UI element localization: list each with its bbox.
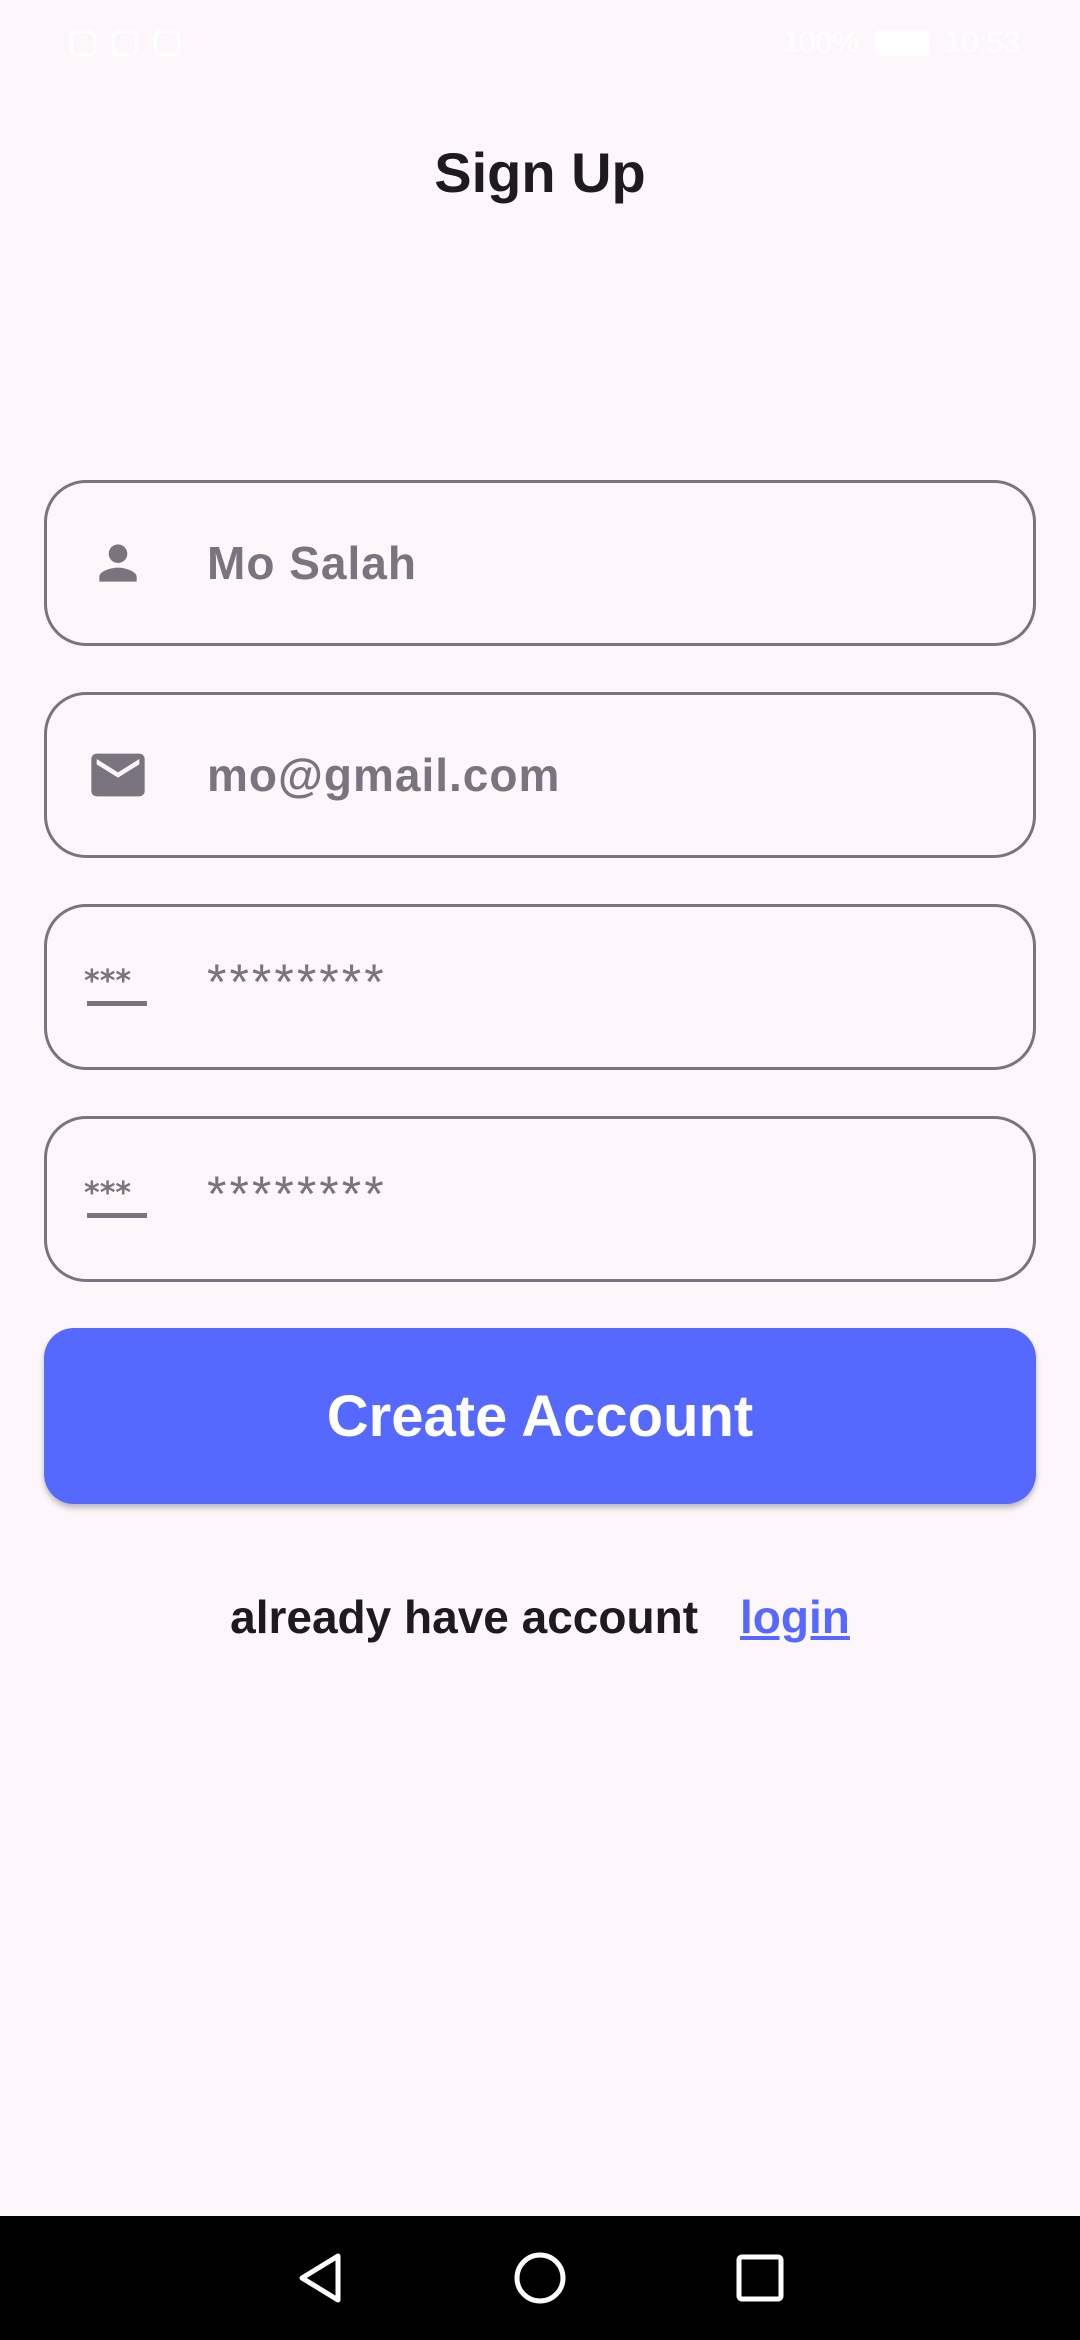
recents-nav-button[interactable] (730, 2248, 790, 2308)
login-prompt-text: already have account (230, 1591, 699, 1643)
svg-text:***: *** (84, 964, 131, 999)
create-account-button[interactable]: Create Account (44, 1328, 1036, 1504)
name-field[interactable]: Mo Salah (44, 480, 1036, 646)
status-bar: 100% 10:53 (0, 0, 1080, 86)
email-field[interactable]: mo@gmail.com (44, 692, 1036, 858)
person-icon (83, 528, 153, 598)
password-value: ******** (207, 954, 387, 1010)
login-prompt-row: already have account login (0, 1590, 1080, 1644)
status-icons-left (70, 30, 180, 56)
email-value: mo@gmail.com (207, 749, 561, 801)
recents-square-icon (736, 2254, 784, 2302)
sign-up-screen: 100% 10:53 Sign Up Mo Salah mo@gmail.com… (0, 0, 1080, 2340)
page-title: Sign Up (434, 141, 646, 204)
home-circle-icon (514, 2252, 566, 2304)
headset-icon (154, 30, 180, 56)
mail-icon (83, 740, 153, 810)
password-icon: *** (83, 1164, 153, 1234)
wifi-icon (112, 30, 138, 56)
login-link[interactable]: login (740, 1590, 850, 1644)
password-icon: *** (83, 952, 153, 1022)
name-value: Mo Salah (207, 537, 417, 589)
svg-text:***: *** (84, 1176, 131, 1211)
confirm-password-field[interactable]: *** ******** (44, 1116, 1036, 1282)
confirm-password-value: ******** (207, 1166, 387, 1222)
system-nav-bar (0, 2216, 1080, 2340)
back-triangle-icon (299, 2253, 341, 2303)
status-icons-right: 100% 10:53 (782, 26, 1020, 60)
back-nav-button[interactable] (290, 2248, 350, 2308)
battery-icon (874, 30, 929, 56)
password-field[interactable]: *** ******** (44, 904, 1036, 1070)
home-nav-button[interactable] (510, 2248, 570, 2308)
notification-icon (70, 30, 96, 56)
clock: 10:53 (944, 26, 1020, 59)
battery-percent: 100% (782, 26, 859, 59)
